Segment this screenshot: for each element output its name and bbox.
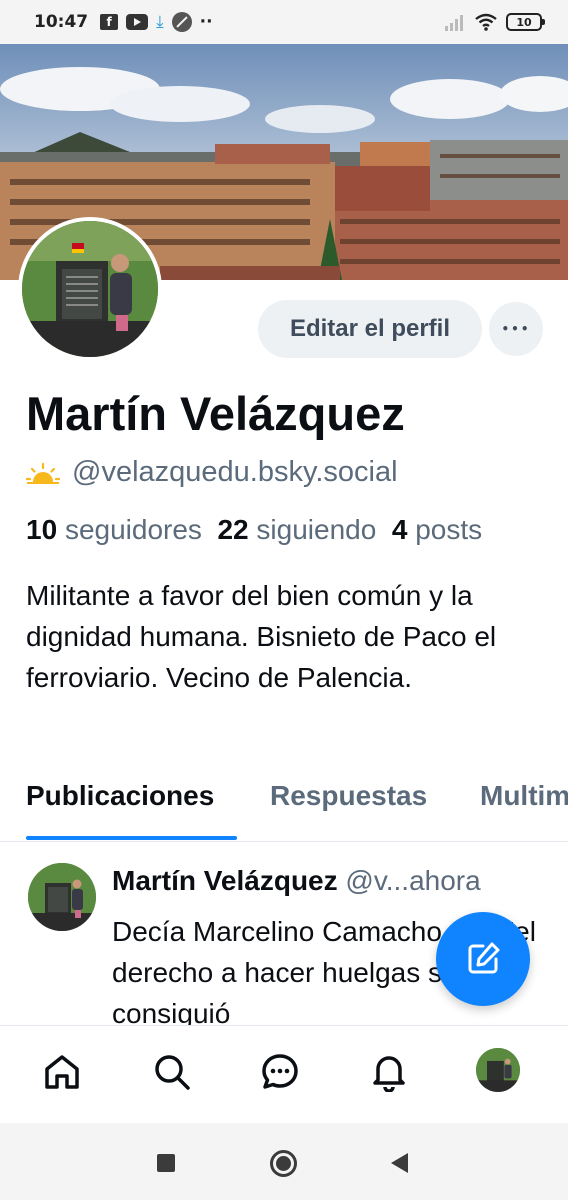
profile-bio: Militante a favor del bien común y la di…: [26, 580, 497, 693]
display-name: Martín Velázquez: [26, 387, 405, 440]
system-navigation-bar: [0, 1123, 568, 1200]
recent-apps-icon[interactable]: [157, 1154, 175, 1172]
facebook-icon: f: [100, 14, 119, 30]
profile-avatar[interactable]: [18, 217, 162, 361]
nav-avatar-photo: [476, 1048, 520, 1092]
followers-stat[interactable]: 10 seguidores: [26, 514, 202, 545]
youtube-icon: [126, 14, 149, 30]
more-dots-icon: ··: [199, 12, 213, 32]
search-icon: [155, 1055, 190, 1090]
posts-stat: 4 posts: [391, 514, 483, 545]
following-stat[interactable]: 22 siguiendo: [217, 514, 376, 545]
profile-handle: @velazquedu.bsky.social: [72, 456, 398, 488]
nav-notifications[interactable]: [367, 1050, 411, 1094]
post-author-handle[interactable]: @v...: [345, 865, 409, 896]
home-icon: [45, 1055, 79, 1089]
battery-icon: 10: [506, 13, 545, 31]
handle-row: @velazquedu.bsky.social: [26, 456, 398, 489]
nav-home[interactable]: [40, 1050, 84, 1094]
nav-search[interactable]: [150, 1050, 194, 1094]
chat-icon: [262, 1054, 298, 1089]
status-time: 10:47: [34, 12, 89, 32]
post-avatar-photo: [28, 863, 96, 931]
profile-stats: 10 seguidores 22 siguiendo 4 posts: [26, 514, 482, 546]
signal-icon: [445, 15, 463, 31]
status-bar: 10:47 f ⤓ ·· 10: [0, 0, 568, 44]
wifi-icon: [475, 13, 497, 31]
avatar-photo: [22, 221, 158, 357]
download-icon: ⤓: [156, 11, 164, 32]
back-icon[interactable]: [391, 1153, 408, 1173]
blocked-icon: [171, 12, 192, 32]
profile-tabs: Publicaciones Respuestas Multimedia: [0, 772, 568, 842]
post-author-avatar[interactable]: [28, 863, 96, 931]
bell-icon: [373, 1056, 405, 1092]
edit-profile-button[interactable]: Editar el perfil: [258, 300, 482, 358]
active-tab-indicator: [26, 836, 237, 840]
ellipsis-icon: •••: [501, 322, 531, 336]
bottom-navigation: [0, 1025, 568, 1123]
nav-chat[interactable]: [258, 1050, 302, 1094]
tab-publicaciones[interactable]: Publicaciones: [26, 780, 214, 812]
home-button-icon[interactable]: [270, 1150, 297, 1177]
more-options-button[interactable]: •••: [489, 302, 543, 356]
sun-icon: [26, 462, 60, 484]
tab-respuestas[interactable]: Respuestas: [270, 780, 427, 812]
compose-icon: [468, 942, 500, 974]
compose-button[interactable]: [436, 912, 530, 1006]
post-author-name[interactable]: Martín Velázquez: [112, 865, 338, 896]
post-header: Martín Velázquez @v...ahora: [112, 865, 481, 897]
nav-profile-avatar[interactable]: [476, 1048, 520, 1092]
tab-multimedia[interactable]: Multimedia: [480, 780, 568, 812]
post-time: ahora: [409, 865, 481, 896]
